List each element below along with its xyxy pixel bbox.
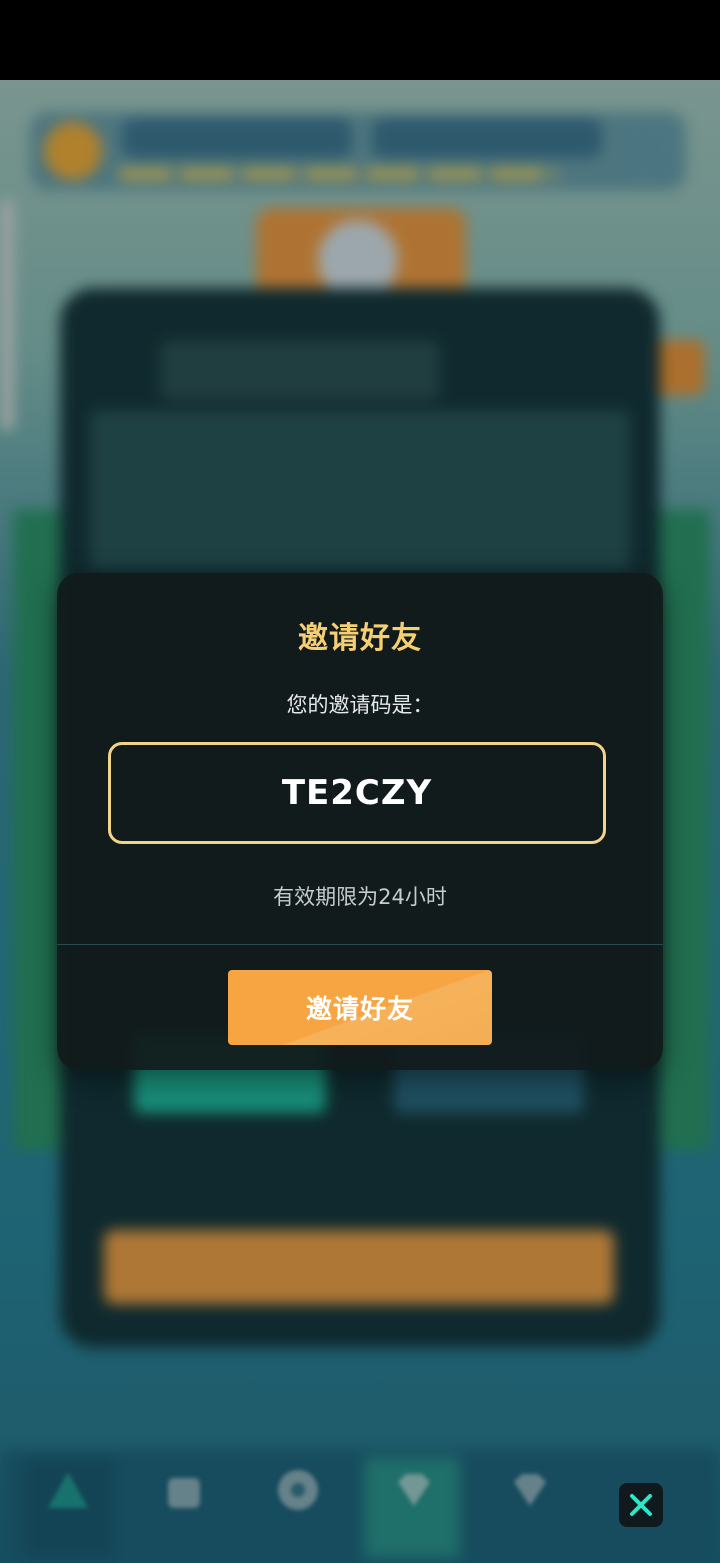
divider — [57, 944, 663, 945]
status-bar — [0, 0, 720, 80]
invite-code-label: 您的邀请码是： — [286, 693, 434, 717]
close-icon — [630, 1494, 652, 1516]
validity-note: 有效期限为24小时 — [273, 885, 447, 909]
dialog-title: 邀请好友 — [298, 621, 422, 656]
invite-code: TE2CZY — [281, 773, 433, 813]
invite-friend-dialog: 邀请好友 您的邀请码是： TE2CZY 有效期限为24小时 邀请好友 — [57, 573, 663, 1070]
invite-code-box[interactable]: TE2CZY — [108, 742, 606, 844]
invite-friend-button[interactable]: 邀请好友 — [228, 970, 492, 1045]
close-button[interactable] — [619, 1483, 663, 1527]
